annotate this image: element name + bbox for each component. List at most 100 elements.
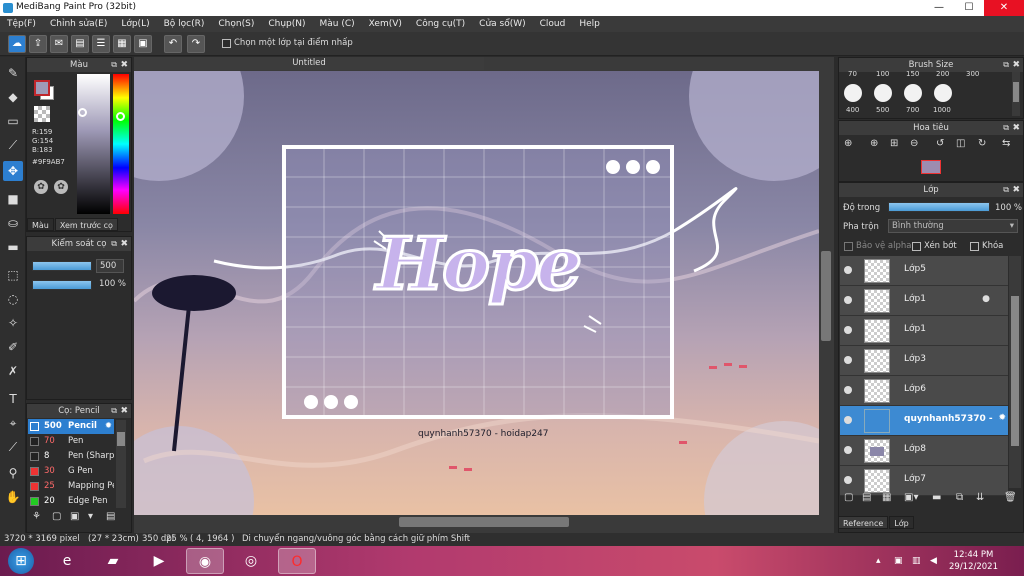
chrome-icon[interactable]: ◎ [232, 548, 270, 574]
canvas-horizontal-scrollbar[interactable] [134, 515, 819, 529]
eye-icon[interactable] [844, 476, 852, 484]
duplicate-layer-icon[interactable]: ⧉ [956, 492, 963, 503]
hue-slider[interactable] [113, 74, 129, 214]
gear-icon[interactable]: ✹ [105, 419, 112, 434]
brush-settings-icon[interactable]: ▤ [106, 511, 115, 522]
volume-icon[interactable]: ◀ [930, 556, 937, 566]
folder-icon[interactable]: ▬ [932, 492, 941, 503]
brush-item[interactable]: 70 Pen [28, 434, 114, 449]
gradient-tool-icon[interactable]: ▬ [3, 237, 23, 257]
document-tab[interactable]: Untitled [134, 57, 484, 70]
network-icon[interactable]: ▥ [912, 556, 921, 566]
undo-icon[interactable]: ↶ [164, 35, 182, 53]
doc-icon[interactable]: ▤ [71, 35, 89, 53]
menu-color[interactable]: Màu (C) [313, 16, 362, 32]
pin-icon[interactable]: ⧉ [1003, 183, 1009, 197]
layer-opacity-slider[interactable] [888, 202, 990, 212]
eyedropper-icon[interactable]: ⟋ [3, 437, 23, 457]
brush-size-preset[interactable] [874, 84, 892, 102]
menu-file[interactable]: Tệp(F) [0, 16, 43, 32]
tab-reference[interactable]: Reference [838, 516, 889, 529]
text-tool-icon[interactable]: T [3, 389, 23, 409]
fit-window-icon[interactable]: ⊞ [890, 138, 898, 149]
artwork-canvas[interactable]: Hope quynhanh57370 - hoidap247 [134, 71, 819, 515]
foreground-color-swatch[interactable] [34, 80, 50, 96]
magic-wand-icon[interactable]: ✧ [3, 313, 23, 333]
menu-layer[interactable]: Lớp(L) [114, 16, 156, 32]
eye-icon[interactable] [844, 416, 852, 424]
brush-size-preset[interactable] [844, 84, 862, 102]
brush-menu-icon[interactable]: ▾ [88, 511, 93, 522]
trash-icon[interactable]: 🗑 [1004, 492, 1017, 503]
upload-icon[interactable]: ⇪ [29, 35, 47, 53]
medibang-icon[interactable]: ◉ [186, 548, 224, 574]
zoom-out-icon[interactable]: ⊖ [910, 138, 918, 149]
brush-size-preset[interactable] [904, 84, 922, 102]
palette-add-icon[interactable]: ✿ [54, 180, 68, 194]
eye-icon[interactable] [844, 326, 852, 334]
eye-icon[interactable] [844, 296, 852, 304]
layers-scrollbar[interactable] [1009, 256, 1021, 488]
panel-icon[interactable]: ▣ [134, 35, 152, 53]
dropper-icon[interactable]: ⚲ [3, 463, 23, 483]
zoom-in-icon[interactable]: ⊕ [870, 138, 878, 149]
brush-item[interactable]: 25Mapping Pen [28, 479, 114, 494]
lock-checkbox[interactable] [970, 242, 979, 251]
eye-icon[interactable] [844, 356, 852, 364]
select-layer-checkbox[interactable] [222, 39, 231, 48]
navigator-thumbnail[interactable] [921, 160, 941, 174]
menu-select[interactable]: Chọn(S) [211, 16, 261, 32]
grid-icon[interactable]: ▦ [113, 35, 131, 53]
eye-icon[interactable] [844, 386, 852, 394]
saturation-value-picker[interactable] [77, 74, 110, 214]
comment-icon[interactable]: ✉ [50, 35, 68, 53]
cloud-icon[interactable]: ☁ [8, 35, 26, 53]
eraser-tool-icon[interactable]: ◆ [3, 87, 23, 107]
folder-icon[interactable]: ▰ [94, 548, 132, 574]
layer-row[interactable]: Lớp3 [840, 346, 1008, 376]
select-pen-icon[interactable]: ✐ [3, 337, 23, 357]
tray-icon[interactable]: ▣ [894, 556, 903, 566]
brush-opacity-slider[interactable] [32, 280, 92, 290]
brush-size-label[interactable]: 150 [906, 70, 919, 78]
operation-tool-icon[interactable]: ⌖ [3, 413, 23, 433]
zoom-fit-icon[interactable]: ⊕ [844, 138, 852, 149]
add-brush-icon[interactable]: ⚘ [32, 511, 41, 522]
brush-list-scrollbar[interactable] [116, 420, 126, 508]
brush-size-label[interactable]: 300 [966, 70, 979, 78]
close-icon[interactable]: ✖ [120, 58, 128, 72]
close-button[interactable]: ✕ [984, 0, 1024, 16]
list-icon[interactable]: ☰ [92, 35, 110, 53]
layer-row[interactable]: Lớp8 [840, 436, 1008, 466]
select-rect-icon[interactable]: ⬚ [3, 265, 23, 285]
brush-size-slider[interactable] [32, 261, 92, 271]
clock[interactable]: 12:44 PM 29/12/2021 [949, 549, 998, 573]
minimize-button[interactable]: — [924, 0, 954, 16]
layer-row-selected[interactable]: quynhanh57370 - ✹ [840, 406, 1008, 436]
brush-size-label[interactable]: 70 [848, 70, 857, 78]
lasso-icon[interactable]: ◌ [3, 289, 23, 309]
new-layer-1bit-icon[interactable]: ▦ [882, 492, 891, 503]
brush-size-preset[interactable] [934, 84, 952, 102]
rect-tool-icon[interactable]: ▭ [3, 111, 23, 131]
hue-cursor[interactable] [116, 112, 125, 121]
close-icon[interactable]: ✖ [120, 237, 128, 251]
canvas-vertical-scrollbar[interactable] [819, 71, 833, 515]
pin-icon[interactable]: ⧉ [1003, 58, 1009, 72]
brush-tool-icon[interactable]: ✎ [3, 63, 23, 83]
new-layer-icon[interactable]: ▢ [844, 492, 853, 503]
pin-icon[interactable]: ⧉ [111, 58, 117, 72]
tab-color[interactable]: Màu [27, 218, 54, 231]
brush-item[interactable]: 8 Pen (Sharp) [28, 449, 114, 464]
start-icon[interactable]: ⊞ [8, 548, 34, 574]
blend-mode-select[interactable]: Bình thường ▾ [888, 219, 1018, 233]
brush-item[interactable]: 30 G Pen [28, 464, 114, 479]
flip-icon[interactable]: ⇆ [1002, 138, 1010, 149]
close-icon[interactable]: ✖ [1012, 121, 1020, 135]
select-eraser-icon[interactable]: ✗ [3, 361, 23, 381]
redo-icon[interactable]: ↷ [187, 35, 205, 53]
menu-view[interactable]: Xem(V) [362, 16, 409, 32]
ie-icon[interactable]: e [48, 548, 86, 574]
menu-edit[interactable]: Chỉnh sửa(E) [43, 16, 114, 32]
brush-size-label[interactable]: 200 [936, 70, 949, 78]
